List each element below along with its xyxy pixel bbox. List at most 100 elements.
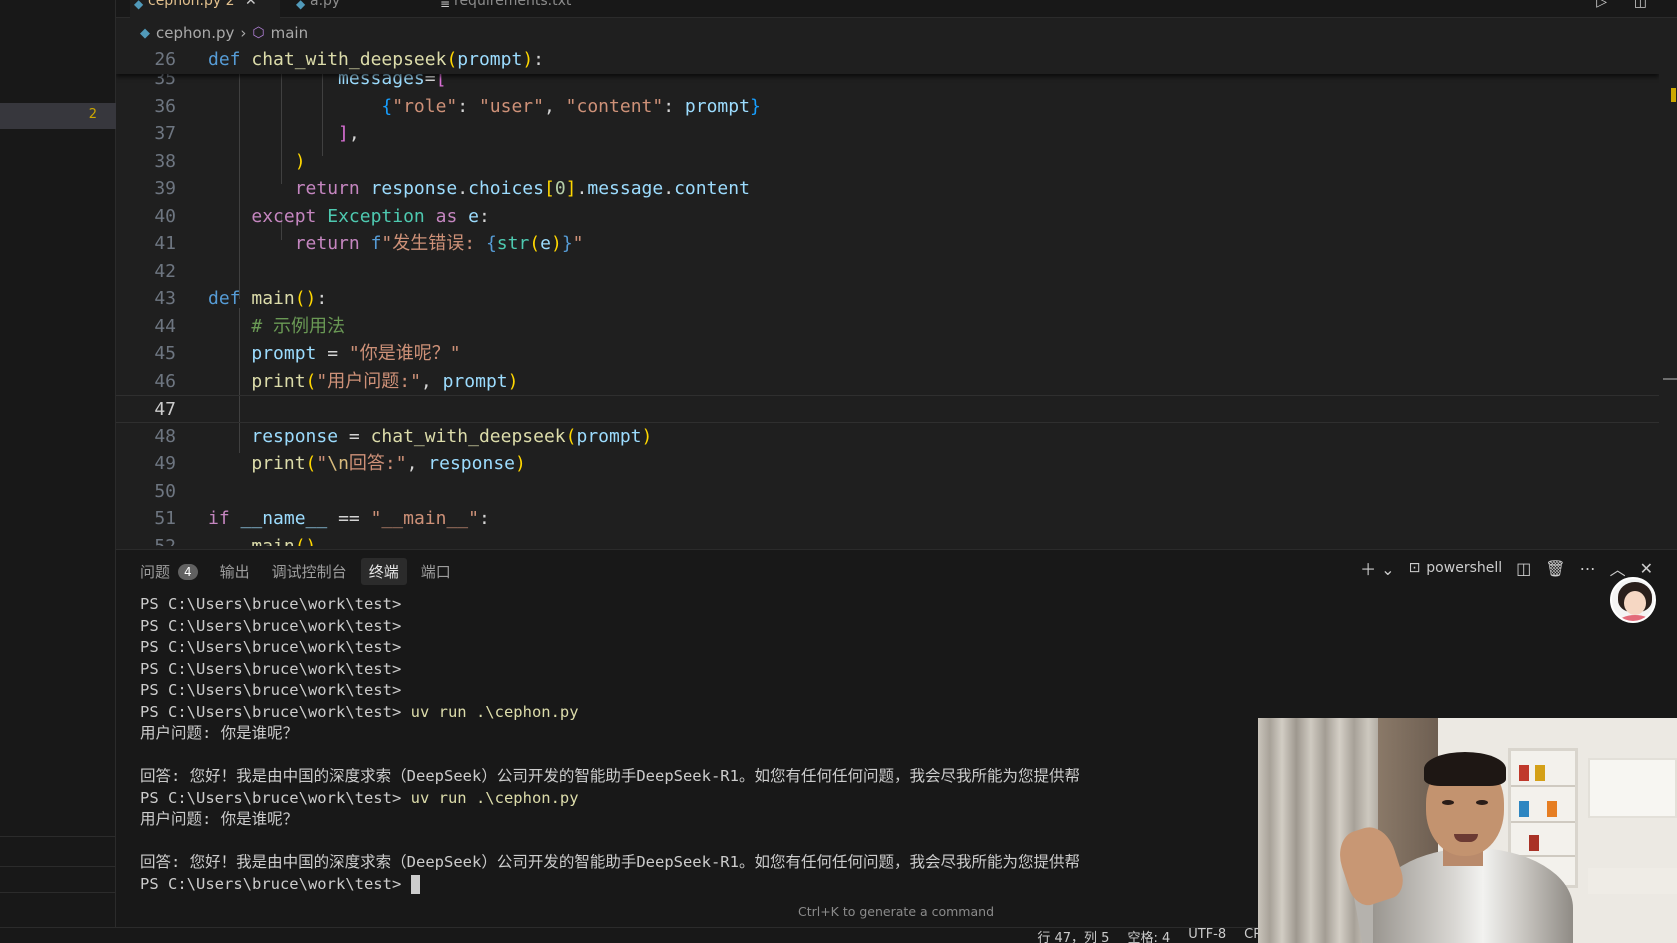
- code-line[interactable]: 36 {"role": "user", "content": prompt}: [116, 93, 1659, 121]
- editor-scrollbar[interactable]: [1659, 46, 1677, 546]
- tab-requirements-txt[interactable]: ≡ requirements.txt: [436, 0, 606, 18]
- code-line[interactable]: 43 def main():: [116, 285, 1659, 313]
- line-code: except Exception as e:: [208, 203, 489, 231]
- terminal-text: PS C:\Users\bruce\work\test>: [140, 659, 411, 678]
- code-line[interactable]: 44 # 示例用法: [116, 313, 1659, 341]
- warning-marker: [1671, 88, 1676, 102]
- code-line[interactable]: 46 print("用户问题:", prompt): [116, 368, 1659, 396]
- code-token: def: [208, 288, 241, 309]
- chevron-up-icon[interactable]: ︿: [1610, 556, 1626, 580]
- code-token: ,: [420, 370, 443, 392]
- line-number: 51: [154, 508, 176, 529]
- code-token: f: [370, 233, 382, 254]
- sidebar-divider: [0, 836, 116, 837]
- tab-problems[interactable]: 问题 4: [132, 558, 206, 585]
- code-line[interactable]: 49 print("\n回答:", response): [116, 450, 1659, 478]
- terminal-output[interactable]: PS C:\Users\bruce\work\test> PS C:\Users…: [140, 594, 1080, 895]
- line-code: def chat_with_deepseek(prompt):: [208, 46, 544, 74]
- code-token: return: [294, 178, 360, 199]
- code-editor[interactable]: 35 messages=[36 {"role": "user", "conten…: [116, 46, 1659, 546]
- code-token: (: [305, 370, 317, 392]
- panel-tabs: 问题 4 输出 调试控制台 终端 端口: [132, 558, 459, 585]
- code-token: (: [529, 233, 541, 254]
- code-token: :: [533, 49, 544, 70]
- terminal-shell-selector[interactable]: ⊡ powershell: [1409, 560, 1503, 576]
- code-line[interactable]: 50: [116, 478, 1659, 506]
- code-token: (: [446, 49, 458, 70]
- terminal-line: PS C:\Users\bruce\work\test>: [140, 637, 1080, 659]
- terminal-text: PS C:\Users\bruce\work\test>: [140, 595, 411, 613]
- code-token: {: [381, 95, 393, 117]
- code-line[interactable]: 52 main(): [116, 533, 1659, 547]
- code-token: ): [507, 370, 519, 392]
- code-line[interactable]: 45 prompt = "你是谁呢？": [116, 340, 1659, 368]
- more-actions-icon[interactable]: ⋯: [1580, 559, 1596, 578]
- code-line[interactable]: 48 response = chat_with_deepseek(prompt): [116, 423, 1659, 451]
- sticky-scroll-header[interactable]: 26 def chat_with_deepseek(prompt):: [116, 46, 1659, 74]
- code-token: (): [294, 535, 317, 547]
- avatar[interactable]: [1610, 577, 1656, 623]
- code-line[interactable]: 40 except Exception as e:: [116, 203, 1659, 231]
- line-number: 41: [154, 233, 176, 254]
- code-token: main: [251, 288, 295, 309]
- trash-icon[interactable]: 🗑: [1545, 559, 1565, 578]
- tab-cephon-py[interactable]: ◆ cephon.py 2 ✕: [130, 0, 280, 18]
- scroll-position-marker[interactable]: [1663, 378, 1677, 380]
- tab-ports[interactable]: 端口: [413, 558, 459, 585]
- code-token: prompt: [442, 370, 508, 392]
- split-editor-icon[interactable]: ◫: [1634, 0, 1647, 10]
- line-number: 45: [154, 343, 176, 364]
- code-token: "role": [392, 95, 458, 117]
- terminal-line: 用户问题: 你是谁呢？: [140, 809, 1080, 831]
- breadcrumb-file[interactable]: cephon.py: [156, 24, 234, 42]
- line-number: 39: [154, 178, 176, 199]
- code-line[interactable]: 39 return response.choices[0].message.co…: [116, 175, 1659, 203]
- terminal-line: PS C:\Users\bruce\work\test>: [140, 659, 1080, 681]
- line-number: 48: [154, 425, 176, 447]
- code-token: ,: [348, 123, 360, 144]
- close-icon[interactable]: ✕: [1640, 559, 1653, 578]
- run-icon[interactable]: ▷: [1596, 0, 1607, 10]
- code-token: e: [540, 233, 551, 254]
- code-line[interactable]: 42: [116, 258, 1659, 286]
- line-code: # 示例用法: [208, 313, 345, 341]
- code-token: Exception: [327, 205, 425, 227]
- code-token: ]: [338, 123, 349, 144]
- code-token: prompt: [684, 95, 750, 117]
- code-line[interactable]: 51 if __name__ == "__main__":: [116, 505, 1659, 533]
- tab-a-py[interactable]: ◆ a.py: [292, 0, 422, 18]
- close-icon[interactable]: ✕: [245, 0, 257, 9]
- code-token: prompt: [457, 49, 523, 70]
- new-terminal-icon[interactable]: ＋ ⌄: [1360, 556, 1395, 580]
- code-line[interactable]: 41 return f"发生错误: {str(e)}": [116, 230, 1659, 258]
- code-line[interactable]: 47: [116, 395, 1659, 423]
- code-token: print: [251, 370, 306, 392]
- code-token: :: [478, 508, 490, 529]
- encoding[interactable]: UTF-8: [1188, 927, 1226, 943]
- sidebar-divider: [0, 866, 116, 867]
- code-line[interactable]: 37 ],: [116, 120, 1659, 148]
- code-line[interactable]: 38 ): [116, 148, 1659, 176]
- cursor-position[interactable]: 行 47，列 5: [1037, 927, 1109, 943]
- tab-output[interactable]: 输出: [212, 558, 258, 585]
- sidebar-selected-row[interactable]: [0, 103, 116, 129]
- code-token: print: [251, 453, 306, 474]
- code-token: (: [305, 453, 317, 474]
- tab-terminal[interactable]: 终端: [360, 558, 407, 585]
- terminal-line: PS C:\Users\bruce\work\test>: [140, 680, 1080, 702]
- line-code: ): [208, 148, 306, 176]
- line-code: return f"发生错误: {str(e)}": [208, 230, 584, 258]
- split-terminal-icon[interactable]: ◫: [1516, 559, 1531, 578]
- indentation[interactable]: 空格: 4: [1127, 927, 1170, 943]
- code-token: except: [251, 205, 317, 227]
- tab-debug-console[interactable]: 调试控制台: [264, 558, 355, 585]
- code-token: __name__: [240, 508, 328, 529]
- code-token: prompt: [251, 343, 317, 364]
- breadcrumb-symbol[interactable]: main: [271, 24, 308, 42]
